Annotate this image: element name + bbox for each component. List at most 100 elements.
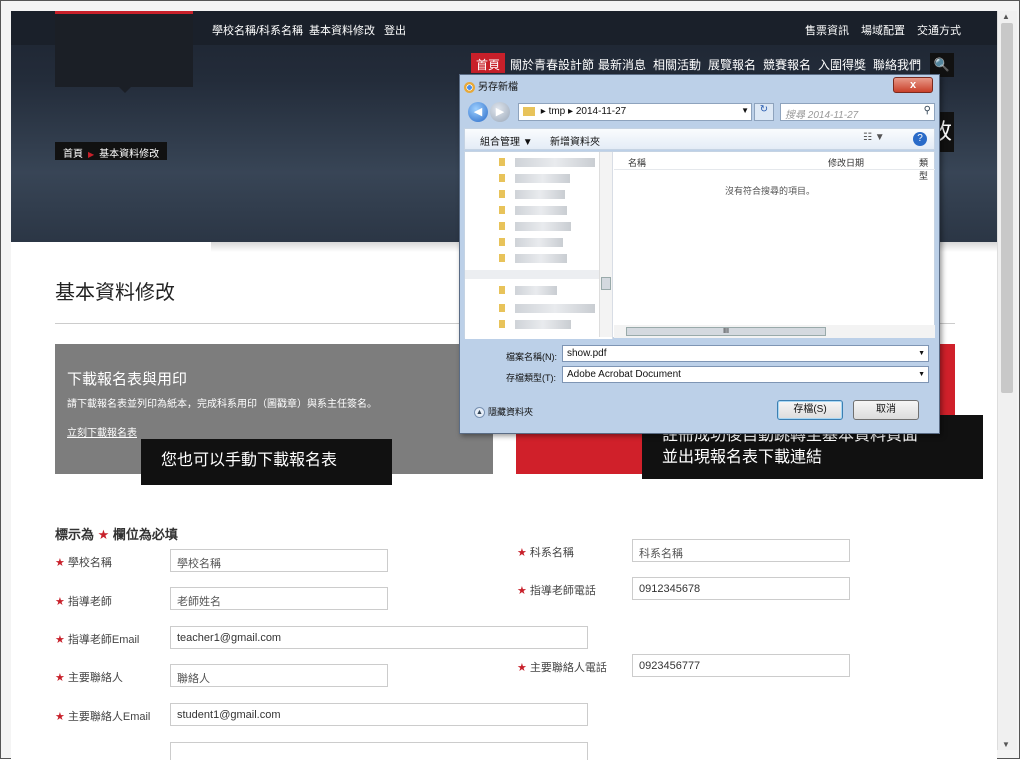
dialog-title: 另存新檔 (464, 78, 518, 94)
school-name-input[interactable]: 學校名稱 (170, 549, 388, 572)
chevron-down-icon[interactable]: ▼ (918, 350, 925, 357)
nav-home[interactable]: 首頁 (471, 53, 506, 73)
scroll-thumb[interactable] (1001, 23, 1013, 393)
tree-item[interactable] (465, 270, 599, 279)
cancel-button[interactable]: 取消 (853, 400, 919, 420)
top-link-logout[interactable]: 登出 (384, 22, 406, 38)
folder-icon (499, 320, 505, 328)
scroll-down-icon[interactable]: ▼ (1002, 740, 1010, 749)
hide-folders-toggle[interactable]: ▲ 隱藏資料夾 (474, 405, 534, 419)
label-text: 指導老師Email (67, 634, 140, 646)
teacher-phone-input[interactable]: 0912345678 (632, 577, 850, 600)
contact-phone-input[interactable]: 0923456777 (632, 654, 850, 677)
filetype-label: 存檔類型(T): (506, 373, 556, 383)
right-link-venue[interactable]: 場域配置 (861, 22, 905, 38)
refresh-icon[interactable]: ↻ (754, 103, 774, 121)
column-name[interactable]: 名稱 (628, 156, 646, 169)
close-button[interactable]: x (893, 77, 933, 93)
callout-manual-download: 您也可以手動下載報名表 (141, 439, 392, 485)
scroll-thumb[interactable] (601, 277, 611, 290)
nav-awards[interactable]: 入圍得獎 (813, 53, 871, 73)
save-button[interactable]: 存檔(S) (777, 400, 843, 420)
callout-line-2: 並出現報名表下載連結 (662, 449, 823, 466)
folder-icon (499, 190, 505, 198)
site-logo[interactable] (55, 11, 193, 93)
department-input[interactable]: 科系名稱 (632, 539, 850, 562)
nav-exhibit[interactable]: 展覽報名 (703, 53, 761, 73)
contact-name-input[interactable]: 聯絡人 (170, 664, 388, 687)
horizontal-scrollbar[interactable]: III (614, 325, 935, 338)
search-placeholder: 搜尋 2014-11-27 (785, 110, 859, 121)
star-icon: ★ (517, 585, 527, 597)
tree-item[interactable] (515, 304, 595, 313)
nav-news[interactable]: 最新消息 (593, 53, 651, 73)
tree-item[interactable] (515, 222, 571, 231)
tree-item[interactable] (515, 238, 563, 247)
tree-item[interactable] (515, 254, 567, 263)
path-segment[interactable]: 2014-11-27 (576, 106, 626, 117)
teacher-name-input[interactable]: 老師姓名 (170, 587, 388, 610)
organize-button[interactable]: 組合管理 ▼ (480, 133, 533, 148)
tree-item[interactable] (515, 286, 557, 295)
folder-icon (499, 222, 505, 230)
forward-icon[interactable]: ▶ (490, 102, 510, 122)
chrome-icon (464, 81, 475, 93)
chevron-down-icon[interactable]: ▼ (918, 371, 925, 378)
column-modified[interactable]: 修改日期 (828, 156, 864, 169)
hide-folders-label: 隱藏資料夾 (488, 407, 534, 417)
tree-item[interactable] (515, 174, 570, 183)
download-panel-title: 下載報名表與用印 (67, 371, 188, 388)
filename-input[interactable]: show.pdf ▼ (562, 345, 929, 362)
dialog-title-text: 另存新檔 (478, 82, 518, 93)
folder-tree[interactable] (465, 152, 613, 339)
contact-email-input[interactable]: student1@gmail.com (170, 703, 588, 726)
dialog-search-input[interactable]: 搜尋 2014-11-27 ⚲ (780, 103, 935, 121)
download-form-link[interactable]: 立刻下載報名表 (67, 424, 137, 439)
back-icon[interactable]: ◀ (468, 102, 488, 122)
tree-item[interactable] (515, 320, 571, 329)
tree-scrollbar[interactable] (599, 152, 612, 337)
star-icon: ★ (517, 662, 527, 674)
tree-item[interactable] (515, 190, 565, 199)
top-link-profile[interactable]: 基本資料修改 (309, 22, 375, 38)
download-panel-desc: 請下載報名表並列印為紙本，完成科系用印（圖戳章）與系主任簽名。 (67, 399, 377, 410)
new-folder-button[interactable]: 新增資料夾 (550, 133, 600, 148)
column-type[interactable]: 類型 (919, 156, 935, 182)
nav-events[interactable]: 相關活動 (648, 53, 706, 73)
filetype-select[interactable]: Adobe Acrobat Document ▼ (562, 366, 929, 383)
star-icon: ★ (55, 557, 65, 569)
tree-item[interactable] (515, 206, 567, 215)
partial-input[interactable] (170, 742, 588, 760)
nav-competition[interactable]: 競賽報名 (758, 53, 816, 73)
scroll-thumb[interactable]: III (626, 327, 826, 336)
tree-item[interactable] (515, 158, 595, 167)
chevron-down-icon[interactable]: ▼ (741, 106, 749, 115)
folder-icon (499, 304, 505, 312)
chevron-up-icon: ▲ (474, 407, 485, 419)
help-icon[interactable]: ? (913, 132, 927, 146)
star-icon: ★ (55, 711, 65, 723)
label-text: 指導老師 (67, 596, 112, 608)
nav-contact[interactable]: 聯絡我們 (868, 53, 926, 73)
save-as-dialog: 另存新檔 x ◀ ▶ ▸ tmp ▸ 2014-11-27 ▼ ↻ 搜尋 2014… (459, 74, 940, 434)
folder-icon (523, 106, 535, 116)
search-icon: ⚲ (923, 105, 931, 116)
path-segment[interactable]: tmp (549, 106, 566, 117)
scroll-up-icon[interactable]: ▲ (1002, 12, 1010, 21)
right-link-traffic[interactable]: 交通方式 (917, 22, 961, 38)
top-link-school[interactable]: 學校名稱/科系名稱 (212, 22, 303, 38)
chevron-right-icon: ▶ (88, 150, 95, 159)
breadcrumb-home[interactable]: 首頁 (63, 149, 83, 160)
label-contact-email: ★ 主要聯絡人Email (55, 708, 150, 724)
star-icon: ★ (55, 634, 65, 646)
label-teacher-email: ★ 指導老師Email (55, 631, 139, 647)
filename-value: show.pdf (567, 348, 607, 359)
address-bar[interactable]: ▸ tmp ▸ 2014-11-27 ▼ (518, 103, 752, 121)
dialog-toolbar: 組合管理 ▼ 新增資料夾 ☷ ▼ ? (464, 128, 935, 150)
teacher-email-input[interactable]: teacher1@gmail.com (170, 626, 588, 649)
filename-label: 檔案名稱(N): (506, 352, 557, 362)
page-scrollbar[interactable]: ▲ ▼ (997, 11, 1017, 750)
view-options-icon[interactable]: ☷ ▼ (863, 132, 885, 143)
nav-about[interactable]: 關於青春設計節 (505, 53, 599, 73)
right-link-tickets[interactable]: 售票資訊 (805, 22, 849, 38)
